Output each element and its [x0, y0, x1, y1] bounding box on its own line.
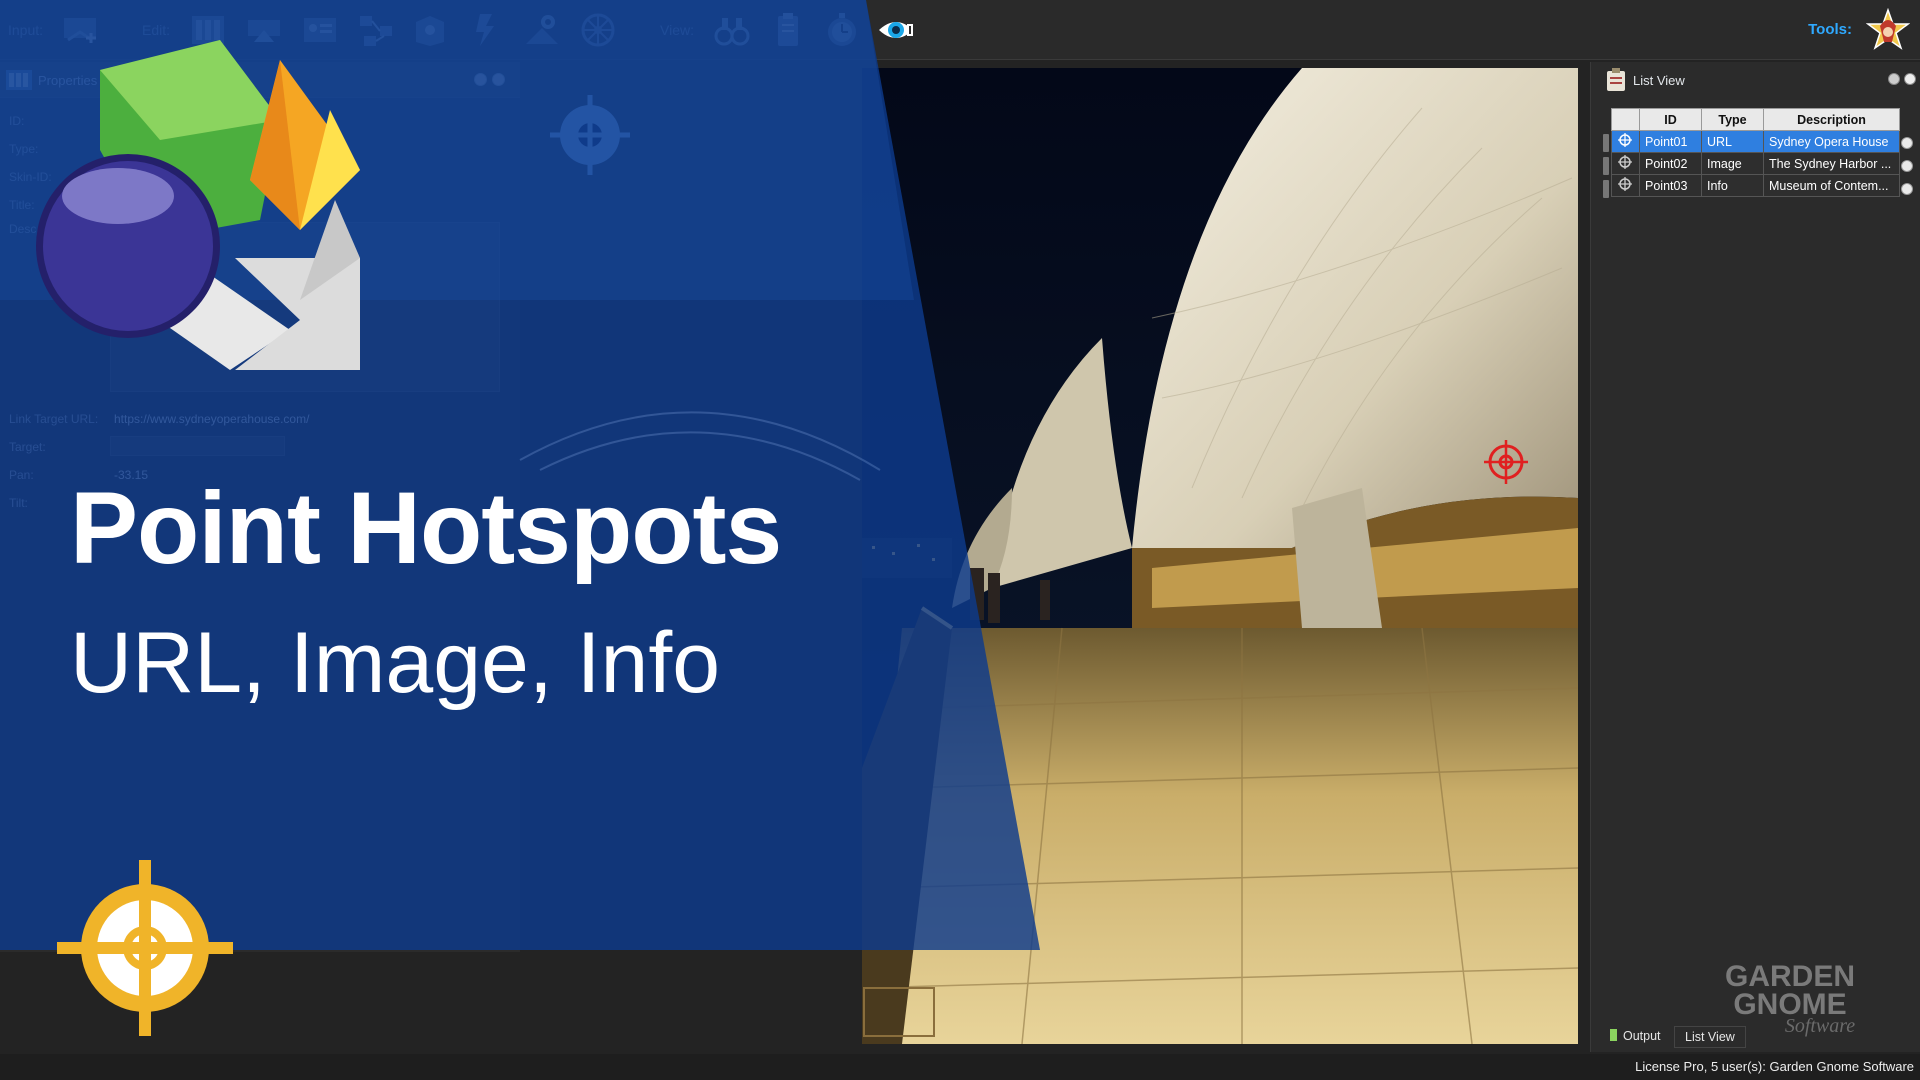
garden-gnome-tools-icon[interactable] — [1866, 8, 1910, 52]
map-icon[interactable] — [522, 10, 562, 50]
table-row[interactable]: Point01 URL Sydney Opera House — [1611, 130, 1900, 153]
status-bar: License Pro, 5 user(s): Garden Gnome Sof… — [0, 1054, 1920, 1080]
row-type[interactable]: Image — [1701, 152, 1764, 175]
ghost-crosshair-icon — [550, 95, 630, 175]
link-target-url-label: Link Target URL: — [9, 412, 99, 426]
properties-title: Properties - P — [38, 73, 118, 88]
tab-output[interactable]: Output — [1600, 1026, 1671, 1048]
properties-icon[interactable] — [188, 10, 228, 50]
tab-list-view-label: List View — [1685, 1030, 1735, 1044]
target-dropdown[interactable] — [110, 436, 285, 456]
row-hotspot-icon — [1611, 174, 1640, 197]
toolbar-view-label: View: — [660, 22, 694, 38]
table-row[interactable]: Point03 Info Museum of Contem... — [1611, 174, 1900, 197]
link-target-url-value[interactable]: https://www.sydneyoperahouse.com/ — [114, 412, 309, 426]
row-drag-handle[interactable] — [1603, 157, 1609, 175]
properties-panel-icon — [6, 70, 32, 90]
description-textarea[interactable] — [110, 222, 500, 392]
toolbar-edit-label: Edit: — [142, 22, 171, 38]
license-status: License Pro, 5 user(s): Garden Gnome Sof… — [1635, 1059, 1914, 1074]
row-hotspot-icon — [1611, 152, 1640, 175]
viewing-parameters-icon[interactable] — [244, 10, 284, 50]
tilt-label: Tilt: — [9, 496, 28, 510]
user-data-icon[interactable] — [300, 10, 340, 50]
skin-id-label: Skin-ID: — [9, 170, 52, 184]
tour-browser-icon[interactable] — [356, 10, 396, 50]
row-delete-icon[interactable] — [1901, 183, 1913, 195]
output-tab-icon — [1610, 1029, 1617, 1041]
row-id[interactable]: Point02 — [1639, 152, 1702, 175]
panel-float-icon[interactable] — [474, 73, 487, 86]
pan-label: Pan: — [9, 468, 34, 482]
list-view-panel: List View ID Type Description Point01 UR… — [1590, 62, 1920, 1052]
row-type[interactable]: URL — [1701, 130, 1764, 153]
toolbar-input-label: Input: — [8, 22, 44, 38]
list-view-title: List View — [1633, 73, 1685, 88]
column-header-type[interactable]: Type — [1701, 108, 1764, 131]
binoculars-icon[interactable] — [712, 10, 752, 50]
clipboard-icon[interactable] — [768, 10, 808, 50]
properties-header: Properties - P — [0, 62, 520, 98]
row-hotspot-icon — [1611, 130, 1640, 153]
description-label: Desc — [9, 222, 37, 236]
row-id[interactable]: Point03 — [1639, 174, 1702, 197]
main-toolbar: Input: Edit: View: Tools: — [0, 0, 1920, 60]
skin-editor-icon[interactable] — [578, 10, 618, 50]
row-id[interactable]: Point01 — [1639, 130, 1702, 153]
tab-list-view[interactable]: List View — [1674, 1026, 1746, 1048]
hotspot-table: ID Type Description Point01 URL Sydney O… — [1611, 108, 1900, 197]
import-panorama-icon[interactable] — [60, 10, 100, 50]
column-header-description[interactable]: Description — [1763, 108, 1900, 131]
row-description[interactable]: The Sydney Harbor ... — [1763, 152, 1900, 175]
row-description[interactable]: Sydney Opera House — [1763, 130, 1900, 153]
column-header-icon — [1611, 108, 1640, 131]
column-header-id[interactable]: ID — [1639, 108, 1702, 131]
list-view-close-icon[interactable] — [1904, 73, 1916, 85]
toolbar-tools-label: Tools: — [1808, 21, 1852, 38]
row-description[interactable]: Museum of Contem... — [1763, 174, 1900, 197]
app-window: Input: Edit: View: Tools: Properties - P… — [0, 0, 1920, 1080]
row-type[interactable]: Info — [1701, 174, 1764, 197]
row-drag-handle[interactable] — [1603, 180, 1609, 198]
row-delete-icon[interactable] — [1901, 137, 1913, 149]
logo-line-3: Software — [1785, 1015, 1855, 1037]
target-label: Target: — [9, 440, 46, 454]
type-label: Type: — [9, 142, 39, 156]
panel-close-icon[interactable] — [492, 73, 505, 86]
headline-subtitle: URL, Image, Info — [70, 615, 721, 711]
panorama-preview[interactable] — [862, 68, 1578, 1044]
headline-title: Point Hotspots — [70, 471, 782, 585]
row-delete-icon[interactable] — [1901, 160, 1913, 172]
list-view-float-icon[interactable] — [1888, 73, 1900, 85]
title-label: Title: — [9, 198, 35, 212]
table-row[interactable]: Point02 Image The Sydney Harbor ... — [1611, 152, 1900, 175]
row-drag-handle[interactable] — [1603, 134, 1609, 152]
list-view-clipboard-icon — [1607, 68, 1625, 91]
stopwatch-icon[interactable] — [822, 10, 862, 50]
tab-output-label: Output — [1623, 1029, 1661, 1043]
preview-eye-icon[interactable] — [876, 10, 916, 50]
animation-icon[interactable] — [466, 10, 506, 50]
id-label: ID: — [9, 114, 25, 128]
floor-plan-icon[interactable] — [410, 10, 450, 50]
